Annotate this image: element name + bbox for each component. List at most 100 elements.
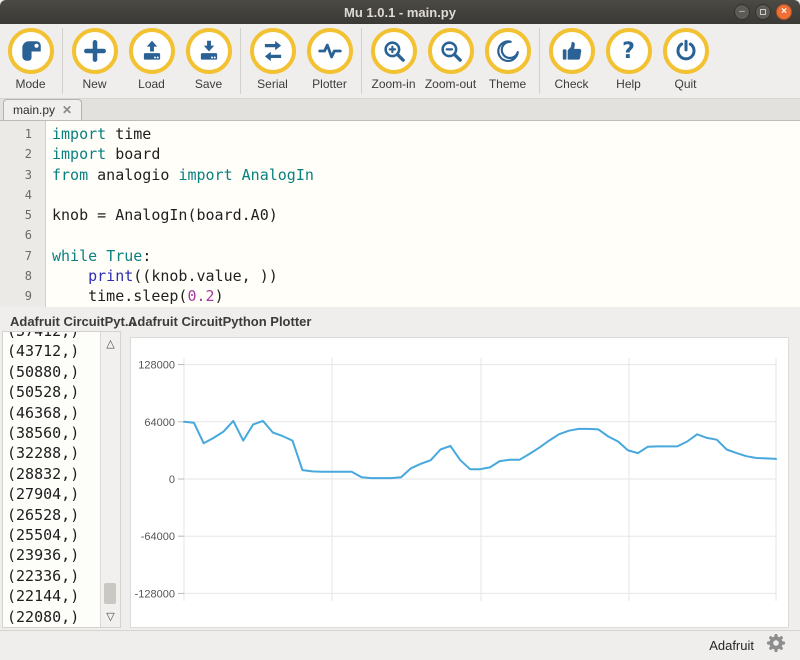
y-axis-tick-label: 0 — [169, 474, 175, 486]
minimize-icon: – — [739, 7, 745, 17]
zoom-in-button[interactable]: Zoom-in — [365, 28, 422, 91]
tab-label: main.py — [13, 103, 55, 117]
code-line: time.sleep(0.2) — [52, 286, 314, 306]
load-label: Load — [138, 77, 165, 91]
mode-label: Mode — [15, 77, 45, 91]
gear-icon[interactable] — [766, 633, 786, 658]
zoom-in-icon — [381, 38, 407, 64]
minimize-button[interactable]: – — [734, 4, 750, 20]
quit-button[interactable]: Quit — [657, 28, 714, 91]
tab-close-icon[interactable]: ✕ — [62, 103, 72, 117]
line-number: 6 — [0, 225, 45, 245]
serial-scrollbar[interactable]: △ ▽ — [100, 332, 120, 627]
load-icon — [139, 38, 165, 64]
help-label: Help — [616, 77, 641, 91]
new-label: New — [82, 77, 106, 91]
maximize-button[interactable] — [755, 4, 771, 20]
plotter-chart: 128000640000-64000-128000 — [131, 338, 788, 627]
code-lines: import timeimport boardfrom analogio imp… — [46, 121, 314, 307]
check-label: Check — [554, 77, 588, 91]
serial-line: (27904,) — [7, 484, 99, 504]
mu-window: Mu 1.0.1 - main.py – × Mode New Load — [0, 0, 800, 660]
serial-line: (50528,) — [7, 382, 99, 402]
line-number: 9 — [0, 286, 45, 306]
y-axis-tick-label: 128000 — [138, 360, 175, 372]
serial-label: Serial — [257, 77, 288, 91]
zoom-out-button[interactable]: Zoom-out — [422, 28, 479, 91]
help-icon: ? — [622, 39, 635, 64]
scrollbar-thumb[interactable] — [104, 583, 116, 604]
serial-line: (22080,) — [7, 607, 99, 627]
close-button[interactable]: × — [776, 4, 792, 20]
help-button[interactable]: ? Help — [600, 28, 657, 91]
serial-line: (43712,) — [7, 341, 99, 361]
serial-line: (37412,) — [7, 331, 99, 341]
serial-icon — [260, 38, 286, 64]
toolbar-separator — [240, 28, 241, 94]
check-icon — [559, 38, 585, 64]
save-icon — [196, 38, 222, 64]
code-line: print((knob.value, )) — [52, 266, 314, 286]
serial-dock-title: Adafruit CircuitPyt... — [10, 314, 136, 329]
theme-icon — [495, 38, 521, 64]
scroll-up-button[interactable]: △ — [101, 334, 120, 352]
theme-button[interactable]: Theme — [479, 28, 536, 91]
new-icon — [82, 38, 108, 64]
plotter-icon — [317, 38, 343, 64]
toolbar-separator — [361, 28, 362, 94]
tab-bar: main.py ✕ — [0, 99, 800, 121]
save-label: Save — [195, 77, 222, 91]
mode-button[interactable]: Mode — [2, 28, 59, 91]
line-number: 2 — [0, 144, 45, 164]
status-mode-label: Adafruit — [709, 638, 754, 653]
serial-pane[interactable]: (37412,)(43712,)(50880,)(50528,)(46368,)… — [2, 331, 121, 628]
window-title: Mu 1.0.1 - main.py — [344, 5, 456, 20]
code-line: from analogio import AnalogIn — [52, 165, 314, 185]
zoom-out-icon — [438, 38, 464, 64]
scroll-down-button[interactable]: ▽ — [101, 607, 120, 625]
save-button[interactable]: Save — [180, 28, 237, 91]
serial-line: (22336,) — [7, 566, 99, 586]
serial-line: (22144,) — [7, 586, 99, 606]
line-number: 8 — [0, 266, 45, 286]
zoom-in-label: Zoom-in — [371, 77, 415, 91]
serial-line: (23936,) — [7, 545, 99, 565]
serial-line: (32288,) — [7, 443, 99, 463]
serial-output: (37412,)(43712,)(50880,)(50528,)(46368,)… — [3, 331, 99, 628]
plotter-dock-title: Adafruit CircuitPython Plotter — [128, 314, 311, 329]
code-line: knob = AnalogIn(board.A0) — [52, 205, 314, 225]
line-number: 4 — [0, 185, 45, 205]
toolbar-separator — [62, 28, 63, 94]
line-number: 3 — [0, 165, 45, 185]
serial-line: (25504,) — [7, 525, 99, 545]
code-editor[interactable]: 123456789 import timeimport boardfrom an… — [0, 121, 800, 307]
new-button[interactable]: New — [66, 28, 123, 91]
maximize-icon — [760, 9, 766, 15]
y-axis-tick-label: -128000 — [135, 588, 175, 600]
toolbar-separator — [539, 28, 540, 94]
editor-gutter: 123456789 — [0, 121, 46, 307]
load-button[interactable]: Load — [123, 28, 180, 91]
dock-headers: Adafruit CircuitPyt... Adafruit CircuitP… — [0, 307, 800, 331]
plotter-pane: 128000640000-64000-128000 — [124, 331, 798, 630]
serial-line: (26528,) — [7, 505, 99, 525]
serial-line: (46368,) — [7, 403, 99, 423]
serial-line: (38560,) — [7, 423, 99, 443]
plotter-label: Plotter — [312, 77, 347, 91]
window-controls: – × — [734, 4, 792, 20]
plotter-button[interactable]: Plotter — [301, 28, 358, 91]
tab-main-py[interactable]: main.py ✕ — [3, 99, 82, 120]
code-line: import board — [52, 144, 314, 164]
plotter-chart-card: 128000640000-64000-128000 — [130, 337, 789, 628]
y-axis-tick-label: -64000 — [141, 531, 175, 543]
zoom-out-label: Zoom-out — [425, 77, 476, 91]
plotter-data-line — [184, 421, 776, 478]
check-button[interactable]: Check — [543, 28, 600, 91]
line-number: 1 — [0, 124, 45, 144]
mode-icon — [18, 38, 44, 64]
line-number: 7 — [0, 246, 45, 266]
serial-button[interactable]: Serial — [244, 28, 301, 91]
theme-label: Theme — [489, 77, 526, 91]
quit-icon — [673, 38, 699, 64]
line-number: 5 — [0, 205, 45, 225]
